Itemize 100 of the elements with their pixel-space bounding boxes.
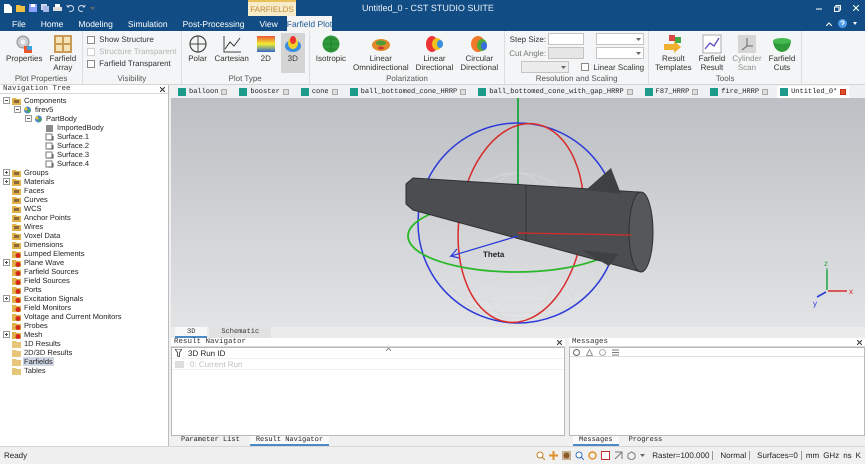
document-icon [780,88,788,96]
component-icon [34,114,43,122]
ribbon-button[interactable]: Cartesian [212,33,251,73]
lobe-icon [424,34,444,54]
document-icon [644,88,653,96]
expand-icon[interactable] [3,259,10,266]
pan-icon[interactable] [549,451,558,460]
radiation-pattern-icon [282,34,303,54]
group-title: Polarization [385,74,429,83]
ribbon-button[interactable]: Polar [186,33,210,73]
ribbon-button[interactable]: 2D [254,33,278,73]
folder-icon [16,4,25,12]
info-icon[interactable] [599,348,606,356]
checkbox-label: Structure Transparent [99,47,177,56]
redo-icon [78,4,86,12]
caret-icon [640,454,646,457]
menu-tab[interactable]: Farfield Plot [286,16,332,31]
group-title: Plot Properties [14,74,68,83]
caret-icon [561,66,566,68]
column-header: 3D Run ID [188,348,226,358]
collapse-icon[interactable] [14,106,21,113]
caret-icon [636,38,642,40]
zoom-icon[interactable] [536,451,546,460]
ribbon-button[interactable]: Farfield Array [47,33,78,73]
caret-icon [90,6,95,10]
ribbon-button[interactable]: Farfield Cuts [766,33,798,73]
gear-icon [14,34,34,54]
ribbon-button[interactable]: Isotropic [314,33,348,73]
fit-view-icon[interactable] [601,451,610,460]
checkbox-label: Linear Scaling [593,62,644,72]
checkbox[interactable] [87,60,96,68]
expand-icon[interactable] [3,178,10,185]
status-field: Raster=100.000 [649,451,714,460]
status-message: Ready [4,451,28,460]
error-icon[interactable] [573,348,580,356]
cube-icon[interactable] [627,451,636,460]
collapse-icon[interactable] [25,115,32,122]
close-icon[interactable] [840,89,846,95]
ribbon-button[interactable]: Properties [4,33,44,73]
document-icon [478,88,486,96]
list-icon[interactable] [612,348,619,356]
rotate-icon[interactable] [562,451,572,460]
group-title: Plot Type [228,74,263,83]
close-icon[interactable] [557,340,562,344]
menu-tab[interactable]: File [6,16,32,31]
group-title: Visibility [116,74,148,83]
grid-icon [52,34,73,54]
checkbox[interactable] [87,36,96,44]
checkbox-label: Farfield Transparent [99,59,171,68]
field-label: Step Size: [510,34,546,44]
line-chart-icon [222,34,242,54]
unit-label: ns [843,451,852,460]
context-tab-label: FARFIELDS [248,0,296,16]
save-icon [29,4,37,12]
component-icon [23,106,32,114]
ribbon-button[interactable]: Farfield Result [696,33,728,73]
group-title: Resolution and Scaling [534,74,619,83]
menu-tab[interactable]: Simulation [122,16,174,31]
status-field: Normal [717,451,750,460]
solid-icon [45,124,54,132]
checkbox[interactable] [581,63,590,71]
restore-icon[interactable] [834,4,841,12]
expand-icon[interactable] [3,169,10,176]
line-chart-icon [702,34,722,54]
undo-icon [66,4,74,12]
caret-icon [636,52,642,54]
close-icon[interactable] [857,340,862,344]
theta-arrow [449,235,519,259]
checkbox-label: Show Structure [99,35,154,44]
collapse-ribbon-icon[interactable] [826,22,832,26]
theta-label: Theta [483,250,504,259]
print-icon [53,4,62,12]
menu-tab[interactable]: Post-Processing [176,16,250,31]
polar-plot-icon [188,34,208,54]
zoom-icon[interactable] [575,451,584,460]
input-field[interactable] [548,33,584,45]
document-icon [178,88,186,96]
reset-view-icon[interactable] [588,451,598,460]
close-icon[interactable] [160,86,165,92]
ribbon-button[interactable]: Linear Omnidirectional [351,33,411,73]
menu-tab[interactable]: View [253,16,284,31]
folder-icon [12,96,21,104]
menu-tab[interactable]: Home [34,16,70,31]
ribbon-button[interactable]: 3D [280,33,305,73]
ribbon-button[interactable]: Result Templates [653,33,694,73]
status-field: Surfaces=0 [754,451,802,460]
expand-icon[interactable] [3,331,10,338]
menu-tab[interactable]: Modeling [72,16,119,31]
expand-icon[interactable] [3,295,10,302]
run-icon [175,360,184,368]
warning-icon[interactable] [586,348,593,356]
ribbon-button[interactable]: Linear Directional [414,33,456,73]
ribbon-button[interactable]: Circular Directional [458,33,500,73]
caret-icon [853,22,857,25]
help-icon[interactable] [838,19,847,28]
axis-label: y [813,299,817,308]
field-label: Cut Angle: [509,48,546,58]
sort-caret-icon [386,348,391,351]
unit-label: K [856,451,861,460]
collapse-icon[interactable] [3,97,10,104]
